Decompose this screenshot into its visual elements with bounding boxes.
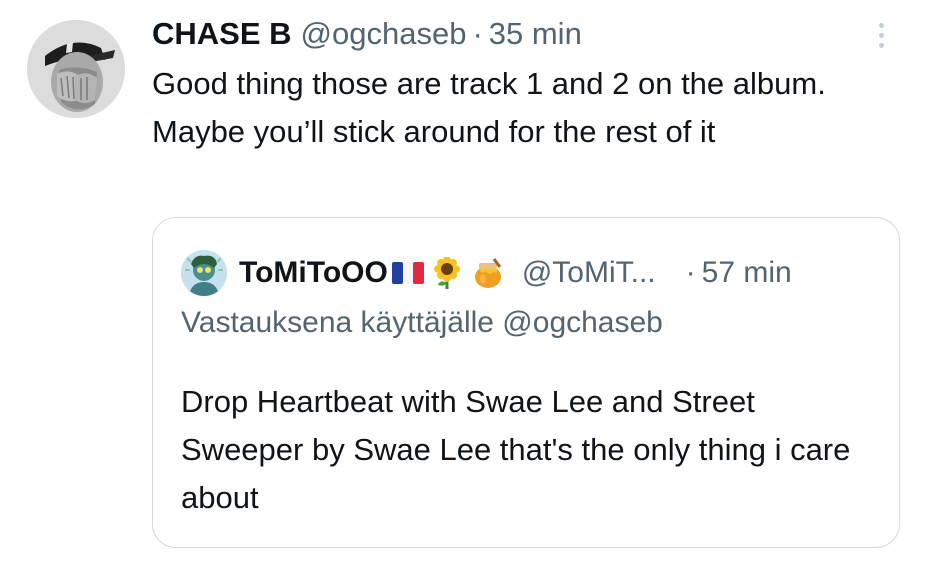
timestamp[interactable]: 35 min — [489, 16, 582, 52]
quoted-header: ToMiToOO @ToMiT... · 57 min — [239, 252, 792, 294]
avatar[interactable] — [27, 20, 125, 118]
author-display-name[interactable]: CHASE B — [152, 16, 292, 52]
quoted-avatar-image — [181, 250, 227, 296]
quoted-tweet[interactable]: ToMiToOO @ToMiT... · 57 min Vastauksena … — [152, 217, 900, 548]
author-handle[interactable]: @ogchaseb — [301, 16, 467, 52]
quoted-display-name[interactable]: ToMiToOO — [239, 256, 388, 290]
quoted-tweet-text: Drop Heartbeat with Swae Lee and Street … — [181, 384, 851, 515]
quoted-handle[interactable]: @ToMiT... — [522, 256, 656, 290]
flag-france-icon — [391, 261, 424, 285]
separator-dot: · — [472, 16, 483, 51]
quoted-avatar[interactable] — [181, 250, 227, 296]
quoted-timestamp[interactable]: 57 min — [702, 256, 792, 290]
avatar-image — [27, 20, 125, 118]
sunflower-icon — [432, 257, 462, 289]
reply-context: Vastauksena käyttäjälle @ogchaseb — [181, 306, 663, 339]
tweet[interactable]: CHASE B @ogchaseb · 35 min Good thing th… — [0, 0, 931, 575]
tweet-text: Good thing those are track 1 and 2 on th… — [152, 66, 826, 149]
quoted-separator-dot: · — [685, 256, 696, 289]
tweet-header: CHASE B @ogchaseb · 35 min — [152, 14, 582, 54]
honey-pot-icon — [472, 257, 504, 289]
more-vertical-icon[interactable] — [868, 18, 894, 52]
